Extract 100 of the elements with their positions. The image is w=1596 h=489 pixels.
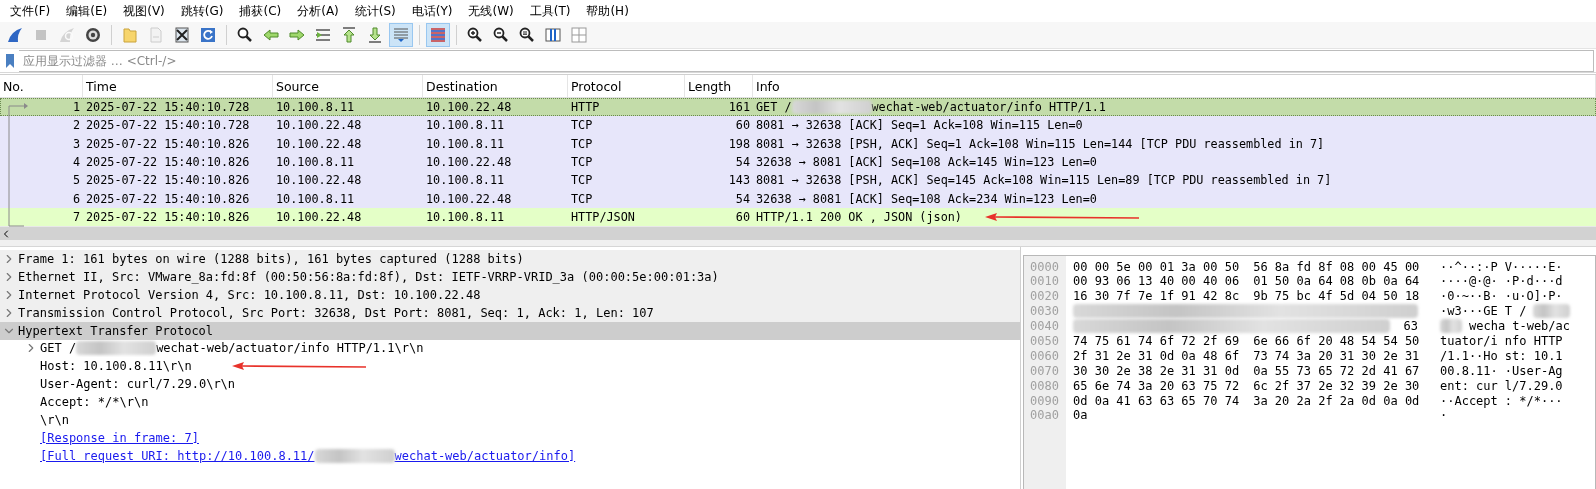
menu-item[interactable]: 捕获(C) — [231, 2, 290, 20]
byte-offset: 0070 — [1029, 363, 1060, 378]
hex-bytes: 0a — [1073, 408, 1088, 423]
tree-row[interactable]: Frame 1: 161 bytes on wire (1288 bits), 161 bytes captured (1288 bits) — [0, 250, 1020, 268]
packet-row[interactable]: 6 2025-07-22 15:40:10.826 10.100.8.11 10.100.22.48 TCP 54 32638 → 8081 [ACK] Seq=108 Ack=234 Win=123 Len=0 — [0, 189, 1596, 208]
tree-label: Accept: */*\r\n — [40, 395, 149, 410]
ascii-text: t-web/ac — [1512, 319, 1570, 334]
menu-item[interactable]: 跳转(G) — [172, 2, 232, 20]
down-arrow-icon — [366, 26, 384, 44]
hex-bytes: 65 6e 74 3a 20 63 75 72 — [1073, 378, 1240, 393]
menu-item[interactable]: 编辑(E) — [58, 2, 116, 20]
folder-icon — [121, 26, 139, 44]
display-filter-field[interactable]: 应用显示过滤器 … <Ctrl-/> — [19, 50, 1594, 72]
table-cell-text: 2025-07-22 15:40:10.826 — [85, 155, 251, 170]
column-header[interactable]: Info — [753, 75, 1596, 97]
ascii-text: ·u·O]·P· — [1504, 289, 1563, 304]
table-cell-text: 1 — [71, 100, 81, 115]
table-cell-text: 10.100.8.11 — [425, 209, 506, 224]
ascii-text: /1.1··Ho — [1440, 348, 1498, 363]
byte-offset: 0080 — [1029, 378, 1060, 393]
redaction-blur — [1533, 304, 1570, 319]
table-cell-text: 10.100.8.11 — [425, 136, 506, 151]
horizontal-scrollbar[interactable] — [0, 226, 1596, 241]
table-cell-text: 32638 → 8081 [ACK] Seq=108 Ack=234 Win=123 Len=0 — [755, 191, 1098, 206]
bookmark-icon[interactable] — [3, 51, 17, 71]
packet-row[interactable]: 2 2025-07-22 15:40:10.728 10.100.22.48 10.100.8.11 TCP 60 8081 → 32638 [ACK] Seq=1 Ack=108 Win=115 Len=0 — [0, 116, 1596, 135]
hex-bytes: 9b 75 bc 4f 5d 04 50 18 — [1253, 289, 1420, 304]
packet-row[interactable]: 5 2025-07-22 15:40:10.826 10.100.22.48 10.100.8.11 TCP 143 8081 → 32638 [PSH, ACK] Seq=145 Ack=108 Win=115 Len=89 [TCP PDU reassembled in 7] — [0, 171, 1596, 190]
table-cell-text: TCP — [570, 155, 594, 170]
column-header[interactable]: Protocol — [568, 75, 685, 97]
tree-label: Hypertext Transfer Protocol — [18, 323, 214, 338]
table-cell-text: 8081 → 32638 [PSH, ACK] Seq=1 Ack=108 Win=115 Len=144 [TCP PDU reassembled in 7] — [755, 136, 1326, 151]
table-cell-text: 2025-07-22 15:40:10.826 — [85, 191, 251, 206]
hex-bytes: 30 30 2e 38 2e 31 31 0d — [1073, 363, 1240, 378]
ascii-text: ····@·@· — [1440, 274, 1498, 289]
table-cell-text: TCP — [570, 118, 594, 133]
table-cell-text: 2025-07-22 15:40:10.826 — [85, 173, 251, 188]
jump-icon — [314, 26, 332, 44]
ascii-text: l/7.29.0 — [1504, 378, 1563, 393]
column-header[interactable]: No. — [0, 75, 83, 97]
menu-item[interactable]: 视图(V) — [115, 2, 173, 20]
hex-bytes: 2f 31 2e 31 0d 0a 48 6f — [1073, 348, 1240, 363]
table-cell-text: 8081 → 32638 [PSH, ACK] Seq=145 Ack=108 Win=115 Len=89 [TCP PDU reassembled in 7] — [755, 173, 1333, 188]
ascii-text: ·w3···GE — [1440, 304, 1498, 319]
menu-item[interactable]: 电话(Y) — [403, 2, 461, 20]
menu-item[interactable]: 工具(T) — [521, 2, 579, 20]
ascii-text: · — [1440, 408, 1448, 423]
table-cell-text: TCP — [570, 173, 594, 188]
tree-label: Transmission Control Protocol, Src Port: 32638, Dst Port: 8081, Seq: 1, Ack: 1, Len: 107 — [18, 305, 654, 320]
hex-bytes: 0a 55 73 65 72 2d 41 67 — [1253, 363, 1420, 378]
table-cell-text: TCP — [570, 191, 594, 206]
table-cell-text: 6 — [71, 191, 81, 206]
menu-item[interactable]: 统计(S) — [346, 2, 404, 20]
menu-item[interactable]: 分析(A) — [289, 2, 347, 20]
zoom-in-icon — [466, 26, 484, 44]
left-arrow-icon — [262, 26, 280, 44]
tree-label: Frame 1: 161 bytes on wire (1288 bits), 161 bytes captured (1288 bits) — [18, 252, 524, 266]
hex-bytes: 00 00 5e 00 01 3a 00 50 — [1073, 259, 1240, 274]
table-cell-text: 2025-07-22 15:40:10.826 — [85, 209, 251, 224]
table-cell-text: 60 — [734, 118, 751, 133]
table-cell-text: 10.100.22.48 — [275, 173, 363, 188]
column-header[interactable]: Length — [685, 75, 753, 97]
hex-bytes: 73 74 3a 20 31 30 2e 31 — [1253, 348, 1420, 363]
tree-label: Host: 10.100.8.11\r\n — [40, 359, 192, 374]
table-cell-text: 54 — [734, 191, 751, 206]
ascii-text: ··Accept — [1440, 393, 1498, 408]
shark-fin-icon — [6, 26, 24, 44]
table-cell-text: 2025-07-22 15:40:10.728 — [85, 118, 251, 133]
table-cell-text: 5 — [71, 173, 81, 188]
hex-bytes: 3a 20 2a 2f 2a 0d 0a 0d — [1253, 393, 1420, 408]
column-header[interactable]: Destination — [423, 75, 568, 97]
tree-label: User-Agent: curl/7.29.0\r\n — [40, 377, 236, 392]
menu-item[interactable]: 帮助(H) — [578, 2, 637, 20]
table-cell-text: 10.100.8.11 — [425, 173, 506, 188]
table-cell-text: 10.100.8.11 — [275, 191, 356, 206]
column-header[interactable]: Time — [83, 75, 273, 97]
table-cell-text: 32638 → 8081 [ACK] Seq=108 Ack=145 Win=123 Len=0 — [755, 155, 1098, 170]
hex-bytes: 6e 66 6f 20 48 54 54 50 — [1253, 333, 1420, 348]
table-cell-text: 2 — [71, 118, 81, 133]
menu-item[interactable]: 无线(W) — [460, 2, 522, 20]
table-cell-text: HTTP/JSON — [570, 209, 636, 224]
menu-item[interactable]: 文件(F) — [2, 2, 59, 20]
hex-bytes: 56 8a fd 8f 08 00 45 00 — [1253, 259, 1420, 274]
ascii-text: V·····E· — [1504, 259, 1563, 274]
tree-label: wechat-web/actuator/info HTTP/1.1\r\n — [156, 341, 424, 356]
table-cell-text: HTTP/1.1 200 OK , JSON (json) — [755, 209, 963, 224]
packet-row[interactable]: 1 2025-07-22 15:40:10.728 10.100.8.11 10.100.22.48 HTTP 161 GET / wechat-web/actuator/info HTTP/1.1 — [0, 98, 1596, 117]
close-file-icon — [173, 26, 191, 44]
link: [Full request URI: http://10.100.8.11/ — [40, 448, 315, 463]
ascii-text: nfo HTTP — [1504, 333, 1563, 348]
table-cell-text: 3 — [71, 136, 81, 151]
byte-offset: 0060 — [1029, 348, 1060, 363]
hex-bytes: 16 30 7f 7e 1f 91 42 8c — [1073, 289, 1240, 304]
table-cell-text: 143 — [727, 173, 751, 188]
byte-offset: 0090 — [1029, 393, 1060, 408]
table-cell-text: 10.100.22.48 — [275, 136, 363, 151]
hex-bytes: 00 93 06 13 40 00 40 06 — [1073, 274, 1240, 289]
ascii-text: ent: cur — [1440, 378, 1498, 393]
hex-bytes: 74 75 61 74 6f 72 2f 69 — [1073, 333, 1240, 348]
column-header[interactable]: Source — [273, 75, 423, 97]
